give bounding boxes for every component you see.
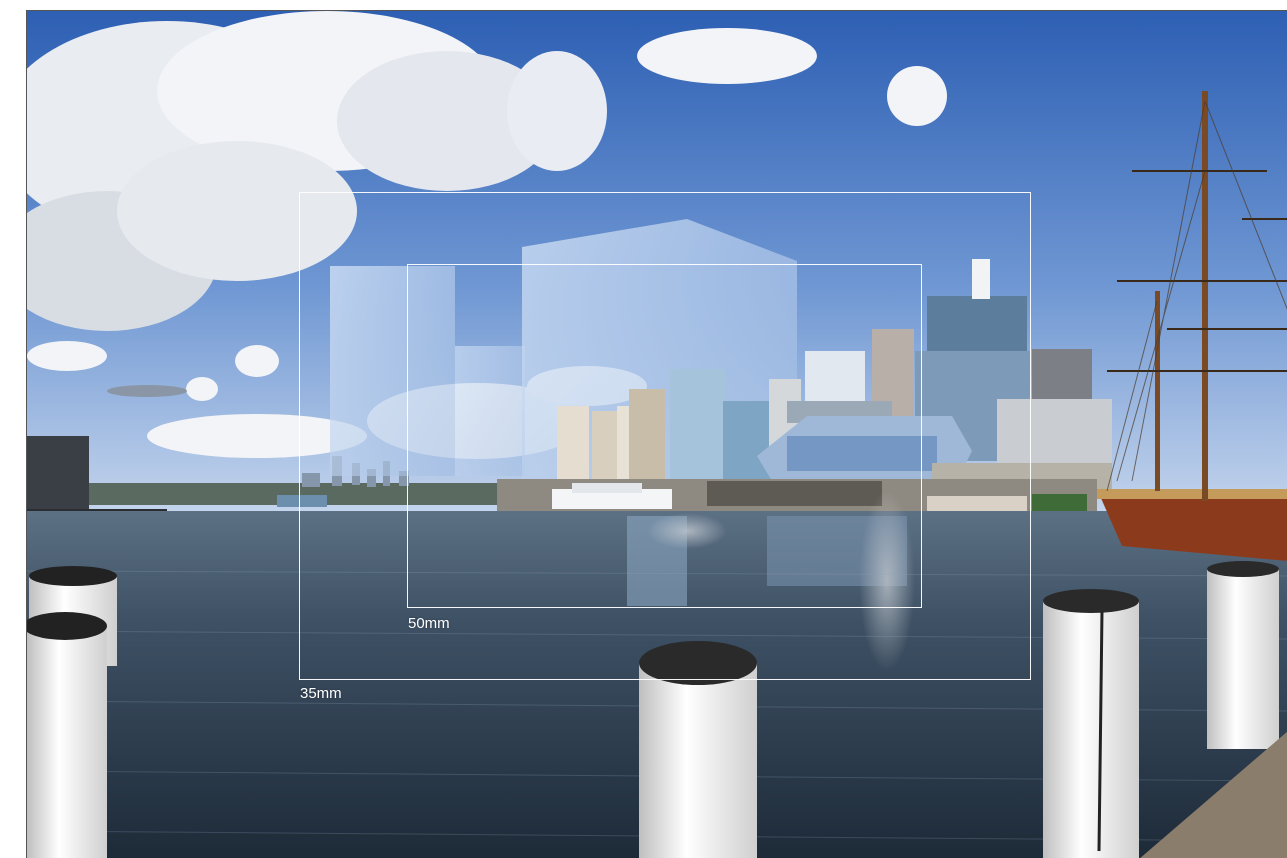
left-building [27,436,89,514]
photo-stage: 35mm 50mm [0,0,1287,858]
frame-50mm [407,264,922,608]
label-35mm: 35mm [300,685,342,702]
label-50mm: 50mm [408,615,450,632]
